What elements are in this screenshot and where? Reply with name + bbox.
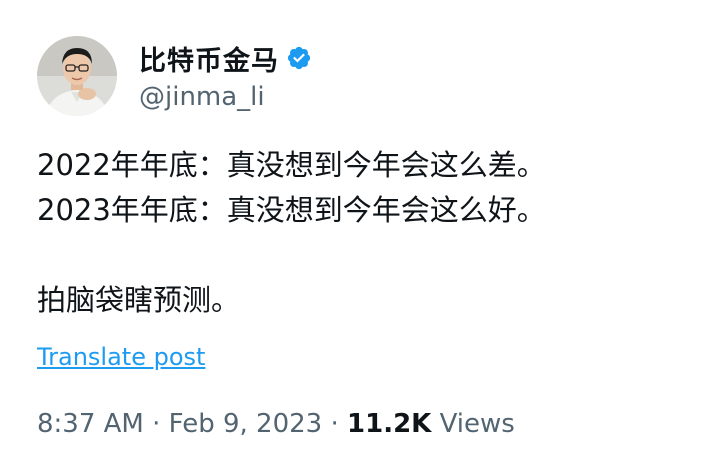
user-info: 比特币金马 @jinma_li	[139, 40, 312, 112]
tweet-header: 比特币金马 @jinma_li	[37, 36, 312, 116]
display-name[interactable]: 比特币金马	[139, 39, 279, 78]
timestamp-date[interactable]: Feb 9, 2023	[169, 409, 323, 439]
tweet-text: 2022年年底：真没想到今年会这么差。 2023年年底：真没想到今年会这么好。 …	[37, 143, 697, 323]
verified-badge-icon	[286, 45, 312, 71]
meta-separator: ·	[143, 409, 169, 439]
avatar[interactable]	[37, 36, 117, 116]
views-count[interactable]: 11.2K	[347, 409, 431, 439]
tweet-line: 拍脑袋瞎预测。	[37, 283, 241, 317]
tweet-line: 2023年年底：真没想到今年会这么好。	[37, 193, 546, 227]
tweet-meta: 8:37 AM · Feb 9, 2023 · 11.2K Views	[37, 409, 515, 439]
views-label: Views	[431, 409, 515, 439]
meta-separator: ·	[322, 409, 348, 439]
timestamp-time[interactable]: 8:37 AM	[37, 409, 144, 439]
user-handle[interactable]: @jinma_li	[139, 82, 312, 112]
tweet-card: 比特币金马 @jinma_li 2022年年底：真没想到今年会这么差。 2023…	[0, 0, 714, 466]
translate-post-link[interactable]: Translate post	[37, 343, 205, 371]
avatar-photo-icon	[37, 36, 117, 116]
name-row: 比特币金马	[139, 39, 312, 78]
tweet-line: 2022年年底：真没想到今年会这么差。	[37, 148, 546, 182]
